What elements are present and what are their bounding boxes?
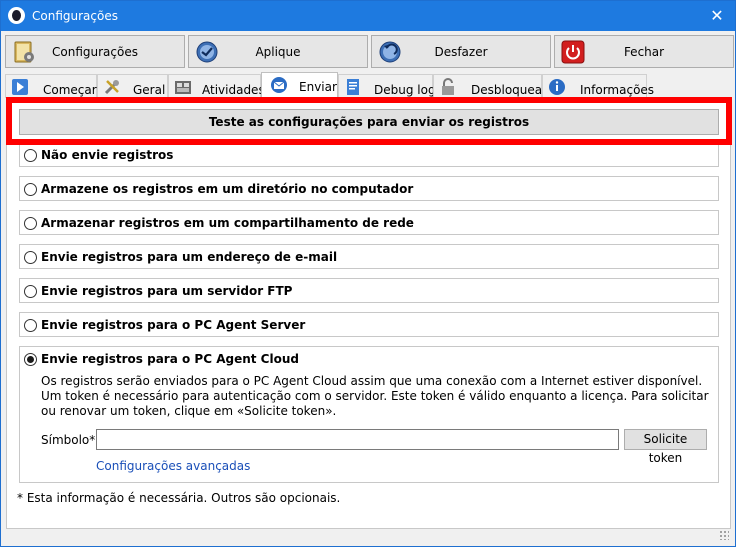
- window-close-button[interactable]: ✕: [705, 5, 729, 27]
- desfazer-button[interactable]: Desfazer: [371, 35, 551, 68]
- radio-button-selected[interactable]: [24, 353, 37, 366]
- window-title: Configurações: [32, 9, 118, 23]
- option-label: Envie registros para o PC Agent Cloud: [41, 352, 299, 366]
- apply-check-icon: [196, 41, 218, 63]
- settings-folder-icon: [14, 41, 34, 63]
- tab-desbloquear-label: Desbloquear: [471, 83, 548, 97]
- option-label: Não envie registros: [41, 148, 174, 162]
- option-email[interactable]: Envie registros para um endereço de e-ma…: [19, 244, 719, 269]
- option-no-send[interactable]: Não envie registros: [19, 142, 719, 167]
- token-label: Símbolo*:: [41, 433, 100, 447]
- token-input[interactable]: [96, 429, 619, 450]
- send-envelope-icon: [271, 77, 287, 93]
- power-close-icon: [561, 40, 585, 64]
- activities-icon: [175, 81, 191, 94]
- unlock-icon: [442, 78, 454, 95]
- cloud-description: Os registros serão enviados para o PC Ag…: [41, 374, 709, 418]
- tab-atividades[interactable]: Atividades: [168, 74, 265, 98]
- tab-informacoes-label: Informações: [580, 83, 655, 97]
- resize-grip[interactable]: [719, 530, 729, 540]
- radio-button[interactable]: [24, 183, 37, 196]
- option-label: Envie registros para um servidor FTP: [41, 284, 293, 298]
- aplique-button[interactable]: Aplique: [188, 35, 368, 68]
- configuracoes-button[interactable]: Configurações: [5, 35, 185, 68]
- request-token-button[interactable]: Solicite token: [624, 429, 707, 465]
- tab-informacoes[interactable]: Informações: [542, 74, 654, 98]
- radio-button[interactable]: [24, 285, 37, 298]
- settings-window: Configurações ✕ Configurações Aplique De…: [0, 0, 736, 547]
- option-label: Envie registros para o PC Agent Server: [41, 318, 306, 332]
- tab-comecar-label: Começar: [43, 83, 97, 97]
- tab-atividades-label: Atividades: [202, 83, 265, 97]
- option-local-directory[interactable]: Armazene os registros em um diretório no…: [19, 176, 719, 201]
- tab-enviar-label: Enviar: [299, 80, 337, 94]
- option-ftp[interactable]: Envie registros para um servidor FTP: [19, 278, 719, 303]
- option-pc-agent-server[interactable]: Envie registros para o PC Agent Server: [19, 312, 719, 337]
- tab-debug-log-label: Debug log: [374, 83, 436, 97]
- radio-button[interactable]: [24, 251, 37, 264]
- tab-enviar[interactable]: Enviar: [261, 72, 338, 99]
- undo-icon: [379, 41, 401, 63]
- tab-comecar[interactable]: Começar: [5, 74, 97, 98]
- tools-icon: [104, 80, 119, 95]
- play-icon: [12, 79, 28, 95]
- option-label: Envie registros para um endereço de e-ma…: [41, 250, 338, 264]
- debug-log-icon: [347, 79, 359, 95]
- title-bar: Configurações ✕: [1, 1, 735, 31]
- option-pc-agent-cloud[interactable]: Envie registros para o PC Agent Cloud Os…: [19, 346, 719, 483]
- option-network-share[interactable]: Armazenar registros em um compartilhamen…: [19, 210, 719, 235]
- info-icon: [549, 79, 565, 95]
- tab-debug-log[interactable]: Debug log: [338, 74, 436, 98]
- required-footnote: * Esta informação é necessária. Outros s…: [17, 491, 341, 505]
- app-logo-icon: [8, 7, 25, 24]
- tab-desbloquear[interactable]: Desbloquear: [433, 74, 547, 98]
- tab-geral-label: Geral: [133, 83, 166, 97]
- radio-button[interactable]: [24, 217, 37, 230]
- advanced-settings-link[interactable]: Configurações avançadas: [96, 459, 250, 473]
- option-label: Armazene os registros em um diretório no…: [41, 182, 414, 196]
- radio-button[interactable]: [24, 319, 37, 332]
- radio-button[interactable]: [24, 149, 37, 162]
- option-label: Armazenar registros em um compartilhamen…: [41, 216, 414, 230]
- tab-geral[interactable]: Geral: [97, 74, 168, 98]
- fechar-button[interactable]: Fechar: [554, 35, 734, 68]
- test-send-settings-button[interactable]: Teste as configurações para enviar os re…: [19, 109, 719, 135]
